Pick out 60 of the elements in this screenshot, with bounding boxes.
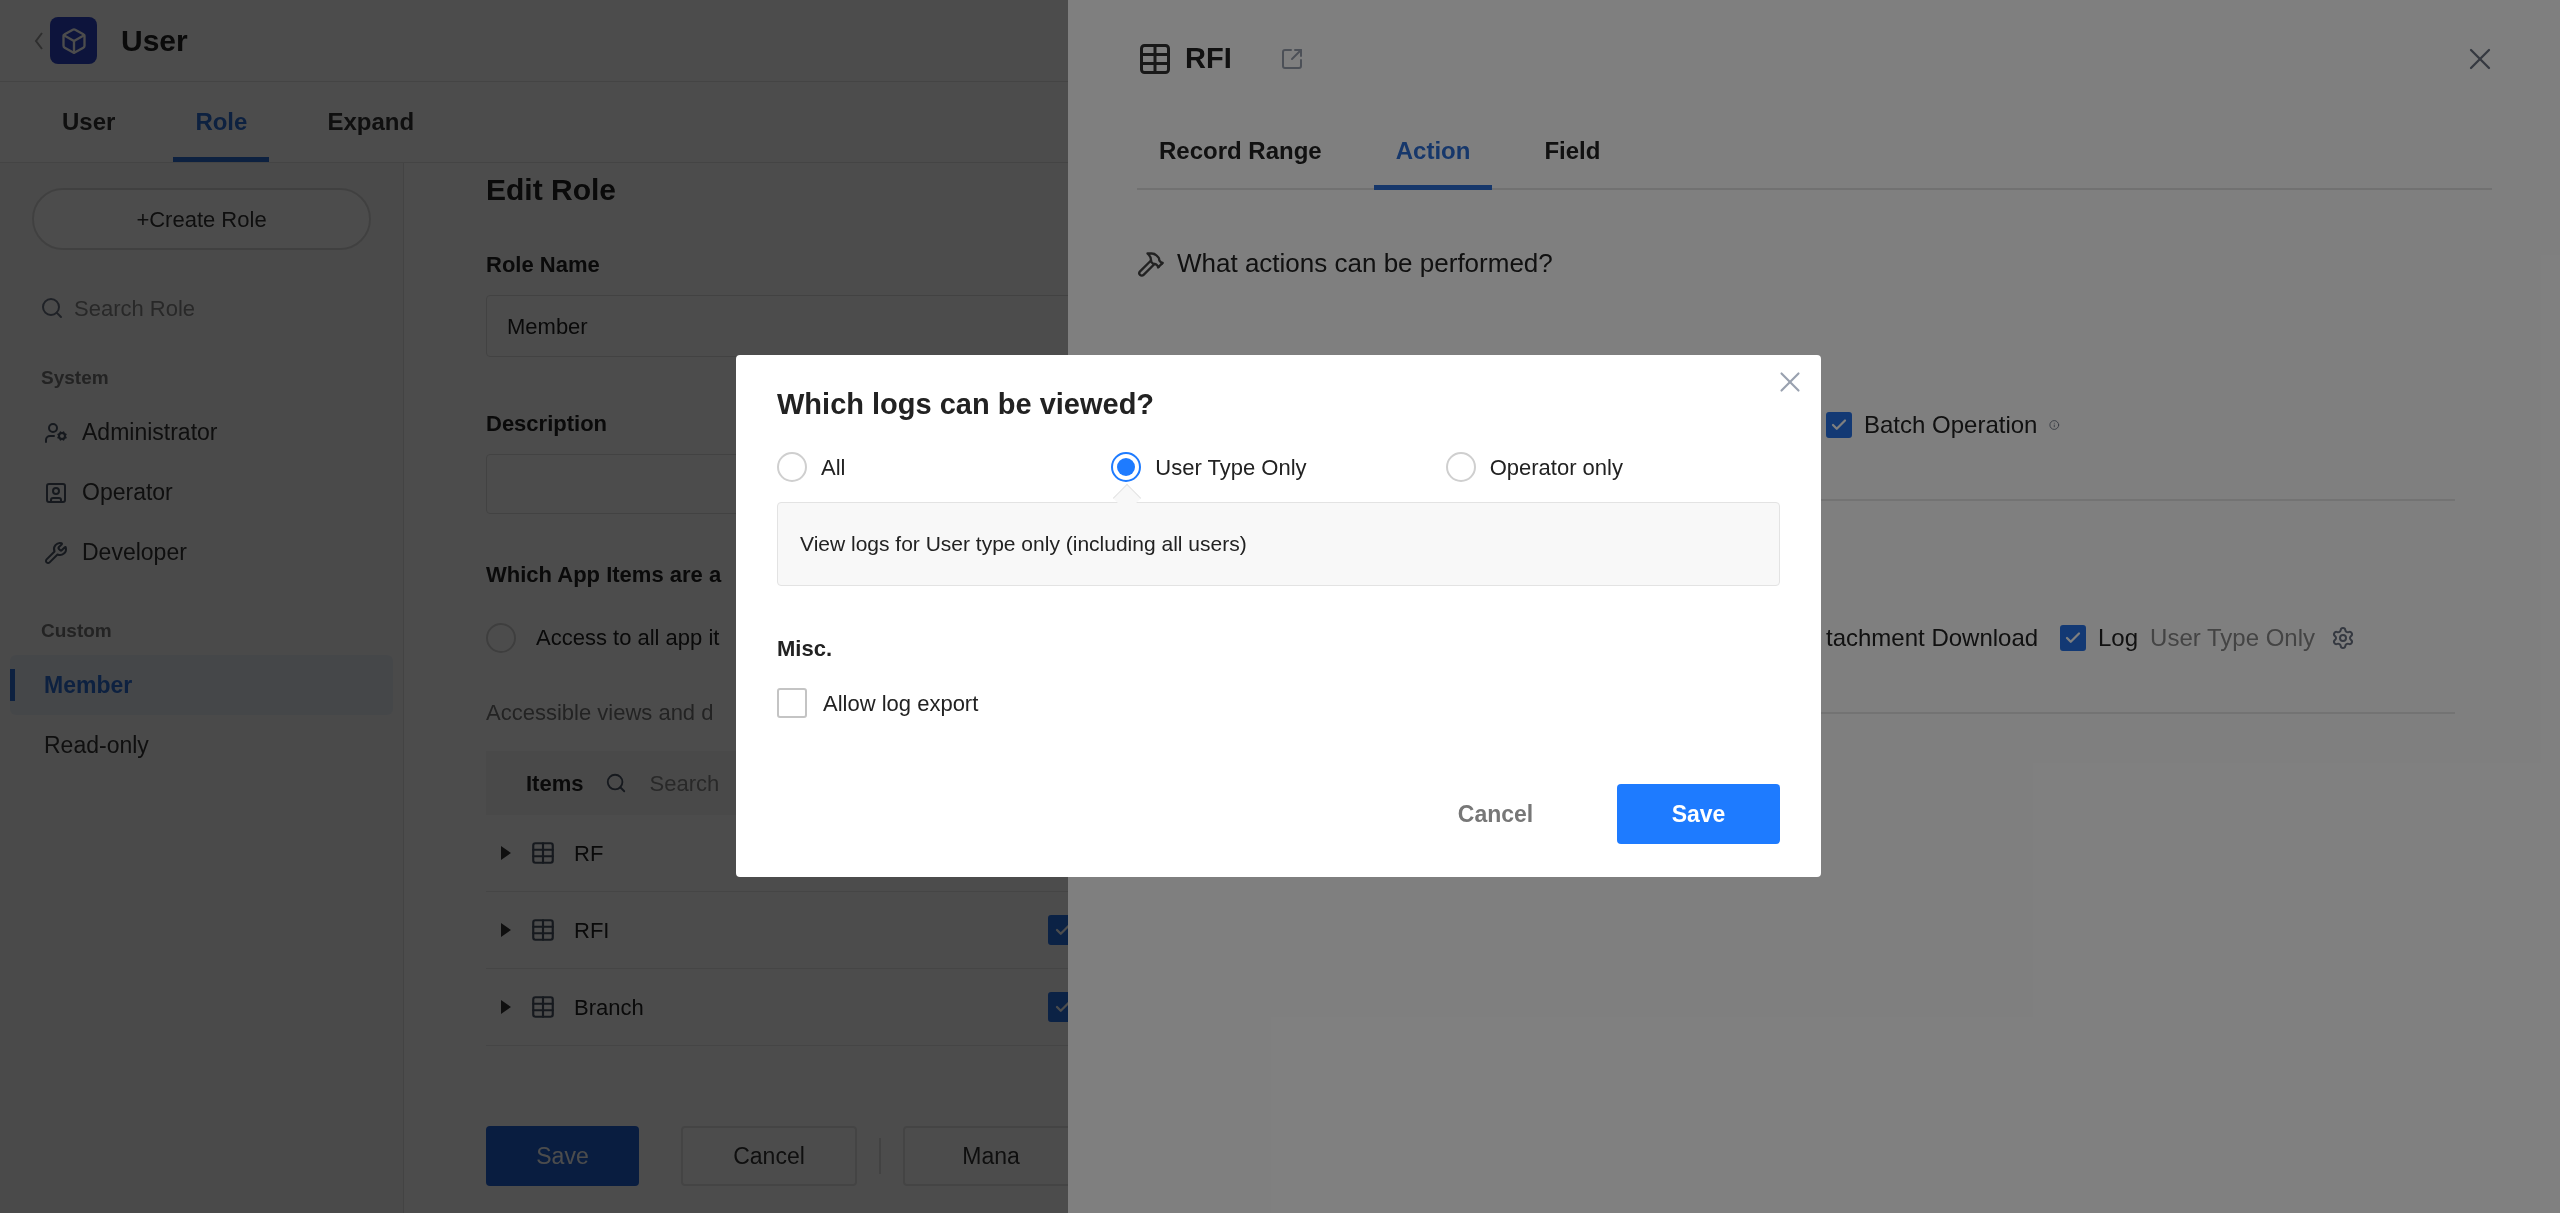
sidebar-item[interactable]: Read-only [10, 715, 393, 775]
section-question: What actions can be performed? [1177, 247, 1553, 280]
search-icon [40, 296, 64, 320]
radio-label: Access to all app it [536, 624, 720, 652]
table-icon [530, 840, 556, 866]
table-icon [530, 917, 556, 943]
cancel-button[interactable]: Cancel [1414, 784, 1577, 844]
sidebar-item[interactable]: Developer [10, 522, 393, 583]
caret-icon[interactable] [500, 845, 512, 861]
section-title: Misc. [777, 634, 833, 663]
sidebar-item[interactable]: Administrator [10, 402, 393, 463]
checkbox-label: Allow log export [823, 689, 979, 718]
section-question: Which App Items are a [486, 561, 722, 589]
table-icon [530, 994, 556, 1020]
sidebar-item[interactable]: Member [10, 655, 393, 715]
permission-label: Log [2098, 623, 2139, 653]
tab[interactable]: User [40, 82, 138, 162]
wrench-icon [44, 540, 68, 565]
field-label: Role Name [486, 251, 600, 279]
radio-button[interactable] [1445, 452, 1476, 482]
permission-note: User Type Only [2150, 623, 2315, 653]
external-link-icon[interactable] [1279, 47, 1304, 71]
item-name: Branch [574, 993, 645, 1022]
search-icon[interactable] [605, 772, 628, 794]
checkbox[interactable] [777, 688, 807, 718]
save-button[interactable]: Save [486, 1126, 639, 1186]
item-name: RF [574, 839, 605, 868]
tools-icon [1137, 249, 1165, 278]
user-card-icon [44, 480, 68, 505]
tab[interactable]: Action [1373, 116, 1493, 190]
create-role-button[interactable]: +Create Role [32, 188, 371, 250]
radio-button[interactable] [777, 452, 807, 482]
item-name: RFI [574, 916, 611, 945]
permission-label: Batch Operation [1864, 410, 2038, 440]
tab[interactable]: Expand [305, 82, 437, 162]
permission-label: tachment Download [1826, 623, 2039, 653]
checkbox[interactable] [2060, 625, 2086, 651]
column-title: Items [526, 769, 584, 798]
save-button[interactable]: Save [1617, 784, 1780, 844]
dialog-title: Which logs can be viewed? [777, 387, 1155, 422]
tab[interactable]: Record Range [1137, 116, 1344, 190]
radio-label: All [821, 453, 846, 482]
settings-icon[interactable] [2331, 626, 2355, 650]
caret-icon[interactable] [500, 922, 512, 938]
checkbox[interactable] [1826, 412, 1852, 438]
radio-button[interactable] [1111, 452, 1142, 482]
sidebar-item[interactable]: Operator [10, 462, 393, 523]
action-button[interactable]: Cancel [681, 1126, 857, 1186]
caret-icon[interactable] [500, 999, 512, 1015]
field-label: Description [486, 410, 608, 438]
cube-icon [59, 26, 88, 55]
user-gear-icon [44, 420, 68, 445]
table-icon [1137, 41, 1173, 77]
app-title: User [121, 23, 188, 59]
description-text: View logs for User type only (including all users) [800, 530, 1247, 557]
page-heading: Edit Role [486, 172, 616, 208]
radio-label: User Type Only [1155, 453, 1307, 482]
radio-label: Operator only [1489, 453, 1623, 482]
drawer-title: RFI [1185, 41, 1232, 77]
tab[interactable]: Field [1522, 116, 1623, 190]
